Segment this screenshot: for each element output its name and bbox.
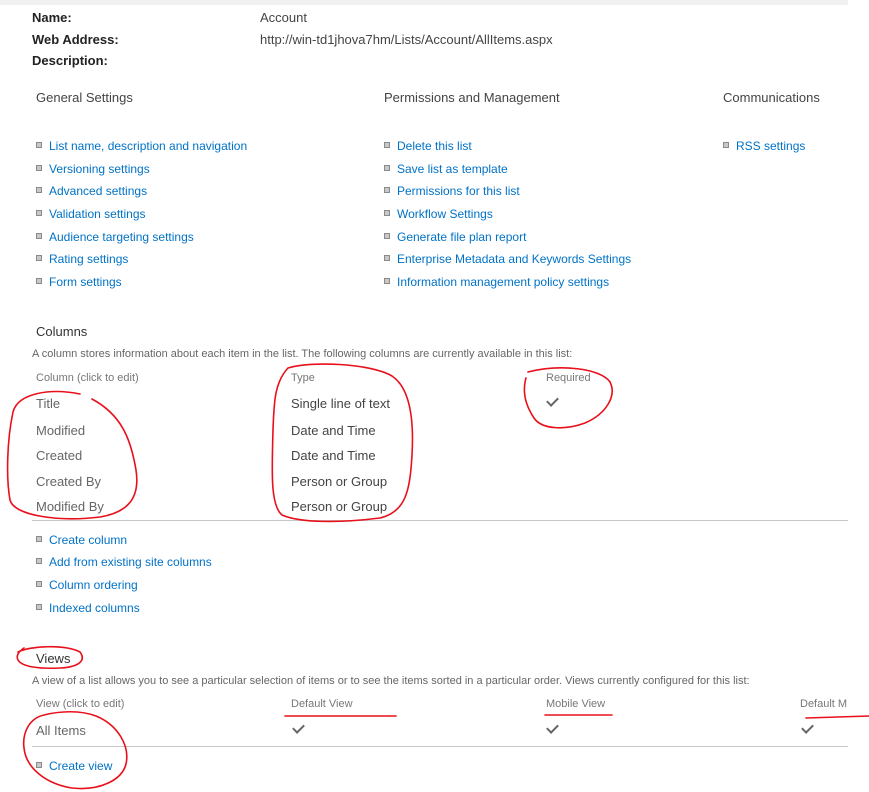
mobile-view-check-icon	[546, 721, 559, 734]
columns-title: Columns	[36, 324, 88, 339]
link-enterprise-metadata-keywords[interactable]: Enterprise Metadata and Keywords Setting…	[384, 252, 631, 266]
view-header-default: Default View	[291, 698, 353, 710]
bullet-icon	[36, 557, 42, 564]
general-settings-header: General Settings	[36, 90, 133, 105]
bullet-icon	[384, 164, 390, 171]
link-create-view[interactable]: Create view	[36, 759, 112, 773]
bullet-icon	[36, 277, 42, 284]
web-address-label: Web Address:	[32, 32, 119, 47]
bullet-icon	[384, 209, 390, 216]
column-row-title-type: Single line of text	[291, 396, 391, 411]
views-title: Views	[36, 651, 71, 666]
default-view-check-icon	[292, 721, 305, 734]
link-permissions-for-this-list[interactable]: Permissions for this list	[384, 184, 520, 198]
bullet-icon	[384, 254, 390, 261]
description-label: Description:	[32, 53, 108, 68]
column-header-name: Column (click to edit)	[36, 372, 139, 384]
link-advanced-settings[interactable]: Advanced settings	[36, 184, 147, 198]
annotation-overlay	[6, 363, 869, 790]
top-bar	[0, 0, 848, 5]
permissions-management-header: Permissions and Management	[384, 90, 560, 105]
bullet-icon	[36, 761, 42, 768]
bullet-icon	[36, 209, 42, 216]
bullet-icon	[36, 164, 42, 171]
view-header-mobile: Mobile View	[546, 698, 606, 710]
link-list-name-description-navigation[interactable]: List name, description and navigation	[36, 139, 247, 153]
column-row-modified-type: Date and Time	[291, 423, 376, 438]
annotation-underline-default-mobile	[805, 715, 869, 719]
column-row-created-by-name[interactable]: Created By	[36, 474, 101, 489]
web-address-value: http://win-td1jhova7hm/Lists/Account/All…	[260, 32, 553, 47]
annotation-circle-column-types	[271, 363, 414, 523]
link-audience-targeting-settings[interactable]: Audience targeting settings	[36, 230, 194, 244]
bullet-icon	[384, 186, 390, 193]
bullet-icon	[36, 535, 42, 542]
name-value: Account	[260, 10, 307, 25]
bullet-icon	[384, 141, 390, 148]
link-column-ordering[interactable]: Column ordering	[36, 578, 138, 592]
link-form-settings[interactable]: Form settings	[36, 275, 122, 289]
link-workflow-settings[interactable]: Workflow Settings	[384, 207, 493, 221]
column-row-modified-by-type: Person or Group	[291, 499, 388, 514]
column-row-modified-name[interactable]: Modified	[36, 423, 85, 438]
name-label: Name:	[32, 10, 72, 25]
views-description: A view of a list allows you to see a par…	[32, 675, 750, 687]
column-row-created-name[interactable]: Created	[36, 448, 82, 463]
bullet-icon	[36, 254, 42, 261]
link-delete-this-list[interactable]: Delete this list	[384, 139, 472, 153]
link-validation-settings[interactable]: Validation settings	[36, 207, 146, 221]
bullet-icon	[384, 232, 390, 239]
link-information-management-policy[interactable]: Information management policy settings	[384, 275, 609, 289]
link-generate-file-plan-report[interactable]: Generate file plan report	[384, 230, 526, 244]
bullet-icon	[384, 277, 390, 284]
link-versioning-settings[interactable]: Versioning settings	[36, 162, 150, 176]
link-rss-settings[interactable]: RSS settings	[723, 139, 805, 153]
columns-divider	[32, 520, 848, 521]
column-row-modified-by-name[interactable]: Modified By	[36, 499, 104, 514]
views-divider	[32, 746, 848, 747]
bullet-icon	[36, 580, 42, 587]
link-create-column[interactable]: Create column	[36, 533, 127, 547]
bullet-icon	[36, 186, 42, 193]
link-rating-settings[interactable]: Rating settings	[36, 252, 128, 266]
column-header-required: Required	[546, 372, 591, 384]
column-row-title-name[interactable]: Title	[36, 396, 60, 411]
required-check-icon	[546, 394, 559, 407]
column-row-created-type: Date and Time	[291, 448, 376, 463]
bullet-icon	[36, 232, 42, 239]
bullet-icon	[36, 603, 42, 610]
column-header-type: Type	[291, 372, 315, 384]
link-indexed-columns[interactable]: Indexed columns	[36, 601, 140, 615]
view-header-name: View (click to edit)	[36, 698, 125, 710]
columns-description: A column stores information about each i…	[32, 348, 573, 360]
communications-header: Communications	[723, 90, 820, 105]
view-row-all-items[interactable]: All Items	[36, 723, 86, 738]
link-add-existing-site-columns[interactable]: Add from existing site columns	[36, 555, 212, 569]
bullet-icon	[36, 141, 42, 148]
default-mobile-check-icon	[801, 721, 814, 734]
bullet-icon	[723, 141, 729, 148]
view-header-default-mobile: Default M	[800, 698, 848, 710]
link-save-list-as-template[interactable]: Save list as template	[384, 162, 508, 176]
column-row-created-by-type: Person or Group	[291, 474, 388, 489]
